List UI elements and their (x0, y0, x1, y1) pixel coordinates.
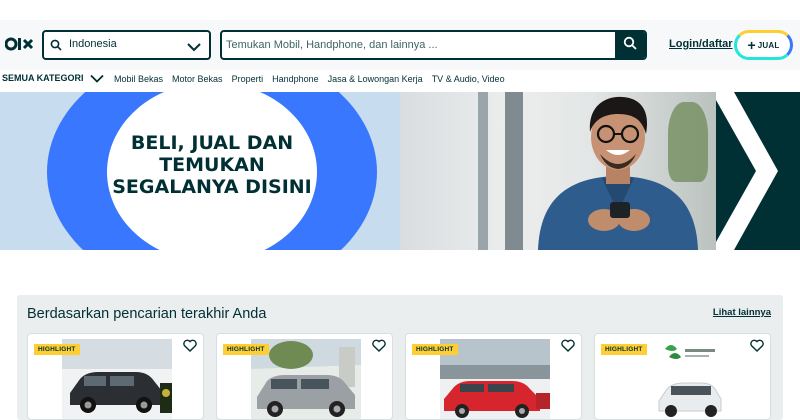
chevron-down-icon (89, 74, 104, 83)
sell-button-label: JUAL (757, 40, 780, 50)
section-title: Berdasarkan pencarian terakhir Anda (27, 306, 267, 322)
category-nav: SEMUA KATEGORI Mobil Bekas Motor Bekas P… (0, 70, 800, 92)
header-bar: Indonesia Login/daftar + JUAL (0, 20, 800, 70)
banner-chevron-shape (716, 92, 778, 250)
recent-search-section: Berdasarkan pencarian terakhir Anda Liha… (17, 295, 783, 420)
all-categories-toggle[interactable]: SEMUA KATEGORI (2, 73, 104, 83)
hero-banner[interactable]: BELI, JUAL DAN TEMUKAN SEGALANYA DISINI (0, 92, 800, 250)
location-value: Indonesia (69, 38, 117, 50)
location-select[interactable]: Indonesia (42, 30, 211, 60)
chevron-down-icon[interactable] (187, 39, 201, 57)
banner-person-illustration (538, 96, 698, 250)
listing-card[interactable]: HIGHLIGHT (594, 333, 771, 420)
olx-logo[interactable] (4, 36, 35, 57)
banner-photo-window (505, 92, 523, 250)
listing-card[interactable]: HIGHLIGHT (216, 333, 393, 420)
highlight-badge: HIGHLIGHT (412, 344, 458, 355)
category-links: Mobil Bekas Motor Bekas Properti Handpho… (114, 74, 505, 84)
category-link-tv-audio[interactable]: TV & Audio, Video (432, 74, 505, 84)
heart-icon[interactable] (561, 339, 575, 357)
heart-icon[interactable] (183, 339, 197, 357)
banner-headline: BELI, JUAL DAN TEMUKAN SEGALANYA DISINI (112, 132, 312, 198)
category-link-handphone[interactable]: Handphone (272, 74, 319, 84)
category-link-motor-bekas[interactable]: Motor Bekas (172, 74, 223, 84)
heart-icon[interactable] (372, 339, 386, 357)
listing-card[interactable]: HIGHLIGHT (405, 333, 582, 420)
banner-headline-line: TEMUKAN (159, 154, 265, 176)
plus-icon: + (747, 37, 756, 53)
sell-button[interactable]: + JUAL (734, 30, 793, 60)
highlight-badge: HIGHLIGHT (601, 344, 647, 355)
login-link[interactable]: Login/daftar (669, 38, 733, 50)
highlight-badge: HIGHLIGHT (223, 344, 269, 355)
search-icon (50, 38, 62, 56)
search-field (220, 30, 647, 60)
all-categories-label: SEMUA KATEGORI (2, 73, 84, 83)
listing-card[interactable]: HIGHLIGHT (27, 333, 204, 420)
banner-headline-line: BELI, JUAL DAN (130, 132, 294, 154)
banner-headline-line: SEGALANYA DISINI (112, 176, 312, 198)
category-link-properti[interactable]: Properti (232, 74, 264, 84)
search-icon (623, 36, 637, 55)
olx-logo-mark (4, 37, 34, 51)
category-link-mobil-bekas[interactable]: Mobil Bekas (114, 74, 163, 84)
category-link-jasa-lowongan[interactable]: Jasa & Lowongan Kerja (328, 74, 423, 84)
highlight-badge: HIGHLIGHT (34, 344, 80, 355)
heart-icon[interactable] (750, 339, 764, 357)
see-more-link[interactable]: Lihat lainnya (713, 307, 771, 318)
banner-photo-window (478, 92, 488, 250)
search-button[interactable] (615, 32, 645, 58)
search-input[interactable] (226, 37, 611, 53)
